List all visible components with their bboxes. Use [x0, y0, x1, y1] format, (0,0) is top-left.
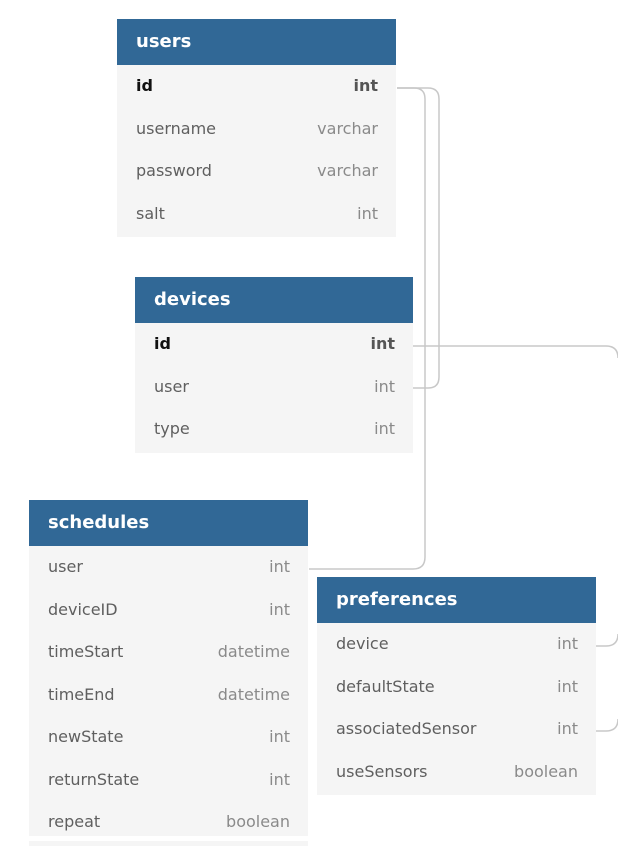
- field-type: int: [374, 376, 395, 396]
- field-type: int: [269, 727, 290, 746]
- field-row[interactable]: salt int: [117, 193, 396, 236]
- field-name: returnState: [48, 769, 140, 789]
- field-row[interactable]: timeStart datetime: [29, 631, 308, 674]
- field-type: int: [557, 634, 578, 653]
- table-header-devices[interactable]: devices: [135, 277, 413, 323]
- field-name: type: [154, 419, 190, 438]
- canvas-bottom-edge: [0, 836, 618, 841]
- field-row[interactable]: deviceID int: [29, 589, 308, 632]
- field-name: associatedSensor: [336, 719, 477, 738]
- field-name: deviceID: [48, 599, 118, 619]
- field-name: password: [136, 161, 212, 180]
- field-type: datetime: [217, 642, 290, 661]
- table-header-preferences[interactable]: preferences: [317, 577, 596, 623]
- field-type: int: [374, 419, 395, 438]
- field-type: int: [269, 599, 290, 619]
- field-name: username: [136, 118, 216, 138]
- field-row[interactable]: returnState int: [29, 759, 308, 802]
- field-name: user: [154, 376, 189, 396]
- field-name: useSensors: [336, 761, 428, 781]
- field-name: device: [336, 634, 389, 653]
- table-users[interactable]: users id int username varchar password v…: [117, 19, 396, 237]
- field-type: varchar: [317, 161, 378, 180]
- field-type: varchar: [317, 118, 378, 138]
- field-type: int: [557, 719, 578, 738]
- field-type: int: [269, 557, 290, 576]
- field-name: user: [48, 557, 83, 576]
- field-row[interactable]: password varchar: [117, 150, 396, 193]
- field-row[interactable]: user int: [135, 366, 413, 409]
- field-row[interactable]: id int: [117, 65, 396, 108]
- field-name: id: [154, 334, 171, 353]
- relation-preferences-associatedsensor-stub: [596, 718, 618, 732]
- field-type: datetime: [217, 684, 290, 704]
- field-row[interactable]: type int: [135, 408, 413, 451]
- field-type: int: [557, 676, 578, 696]
- field-row[interactable]: username varchar: [117, 108, 396, 151]
- table-devices[interactable]: devices id int user int type int: [135, 277, 413, 453]
- field-type: int: [370, 334, 395, 353]
- table-header-users[interactable]: users: [117, 19, 396, 65]
- field-type: int: [357, 203, 378, 223]
- field-row[interactable]: id int: [135, 323, 413, 366]
- field-name: defaultState: [336, 676, 435, 696]
- field-name: timeEnd: [48, 684, 115, 704]
- field-row[interactable]: timeEnd datetime: [29, 674, 308, 717]
- relation-preferences-device-stub: [596, 633, 618, 647]
- field-type: int: [353, 76, 378, 95]
- table-preferences[interactable]: preferences device int defaultState int …: [317, 577, 596, 795]
- field-row[interactable]: newState int: [29, 716, 308, 759]
- field-row[interactable]: defaultState int: [317, 666, 596, 709]
- field-name: newState: [48, 727, 124, 746]
- field-row[interactable]: user int: [29, 546, 308, 589]
- field-name: id: [136, 76, 153, 95]
- relation-devices-id-preferences-device: [413, 345, 618, 359]
- field-row[interactable]: device int: [317, 623, 596, 666]
- table-schedules[interactable]: schedules user int deviceID int timeStar…: [29, 500, 308, 846]
- field-name: salt: [136, 203, 165, 223]
- field-row[interactable]: associatedSensor int: [317, 708, 596, 751]
- table-header-schedules[interactable]: schedules: [29, 500, 308, 546]
- field-type: int: [269, 769, 290, 789]
- field-name: timeStart: [48, 642, 124, 661]
- field-row[interactable]: useSensors boolean: [317, 751, 596, 794]
- field-type: boolean: [514, 761, 578, 781]
